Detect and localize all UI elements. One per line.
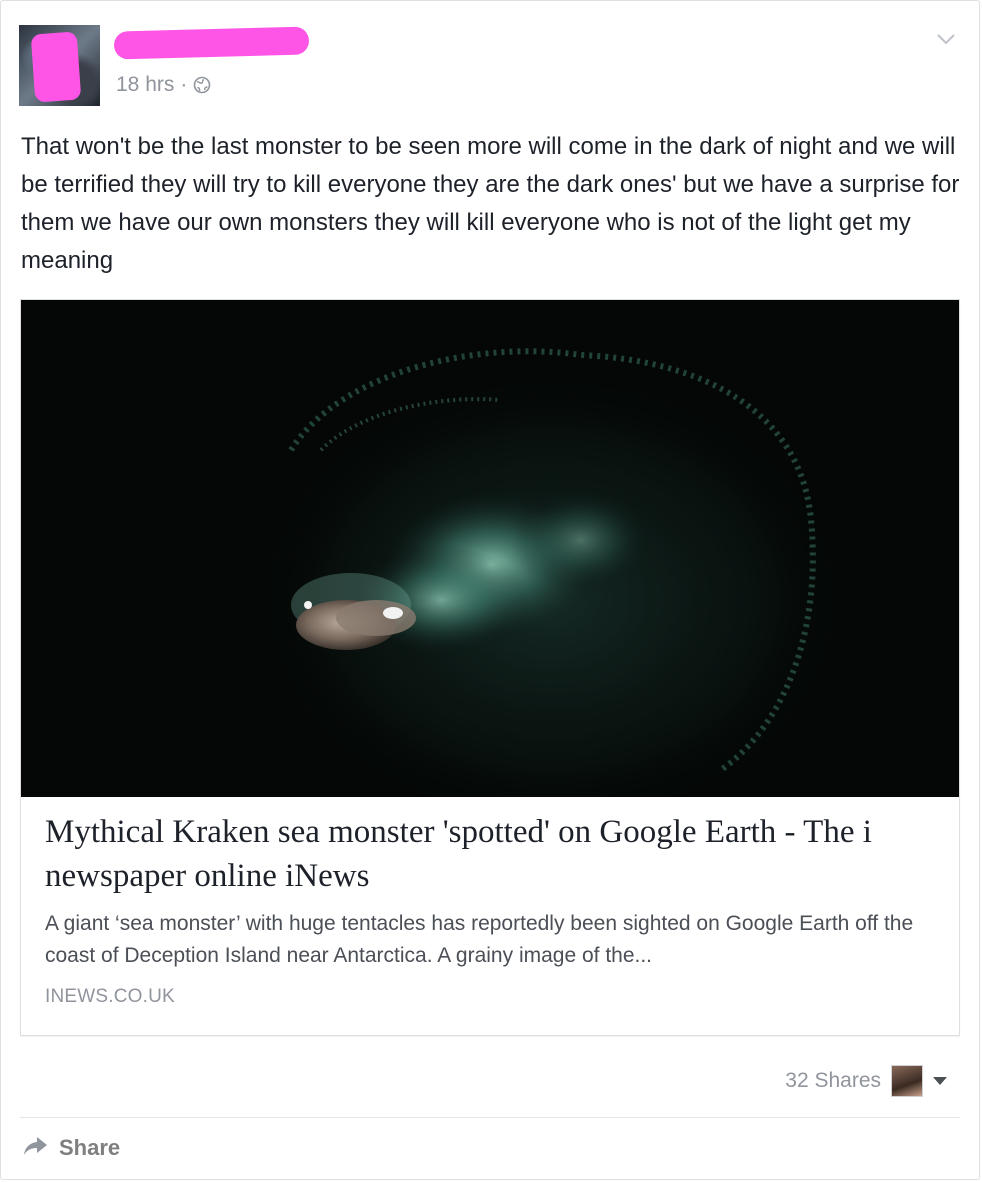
facebook-post: 18 hrs · That won't be the last monster … bbox=[0, 0, 980, 1180]
footer-divider bbox=[20, 1117, 960, 1118]
share-button-label: Share bbox=[59, 1135, 121, 1160]
link-title[interactable]: Mythical Kraken sea monster 'spotted' on… bbox=[45, 810, 945, 898]
shares-count[interactable]: 32 Shares bbox=[785, 1069, 881, 1093]
post-message: That won't be the last monster to be see… bbox=[21, 133, 960, 274]
link-description: A giant ‘sea monster’ with huge tentacle… bbox=[45, 912, 914, 967]
author-name-redaction bbox=[113, 26, 310, 60]
link-preview-body[interactable]: Mythical Kraken sea monster 'spotted' on… bbox=[45, 810, 945, 1008]
chevron-down-icon[interactable] bbox=[935, 31, 957, 47]
meta-separator: · bbox=[180, 73, 188, 96]
avatar-redaction bbox=[30, 31, 82, 103]
post-timestamp[interactable]: 18 hrs bbox=[116, 73, 174, 97]
post-meta: 18 hrs · bbox=[116, 71, 211, 99]
author-avatar[interactable] bbox=[19, 25, 100, 106]
globe-icon bbox=[193, 76, 211, 94]
link-domain: INEWS.CO.UK bbox=[45, 986, 175, 1007]
caret-down-icon[interactable] bbox=[933, 1077, 947, 1085]
shares-summary[interactable]: 32 Shares bbox=[785, 1065, 947, 1097]
share-button[interactable]: Share bbox=[23, 1131, 120, 1165]
sharer-avatar[interactable] bbox=[891, 1065, 923, 1097]
link-preview-card[interactable]: Mythical Kraken sea monster 'spotted' on… bbox=[20, 299, 960, 1036]
share-arrow-icon bbox=[23, 1135, 49, 1162]
link-preview-image[interactable] bbox=[21, 300, 959, 797]
